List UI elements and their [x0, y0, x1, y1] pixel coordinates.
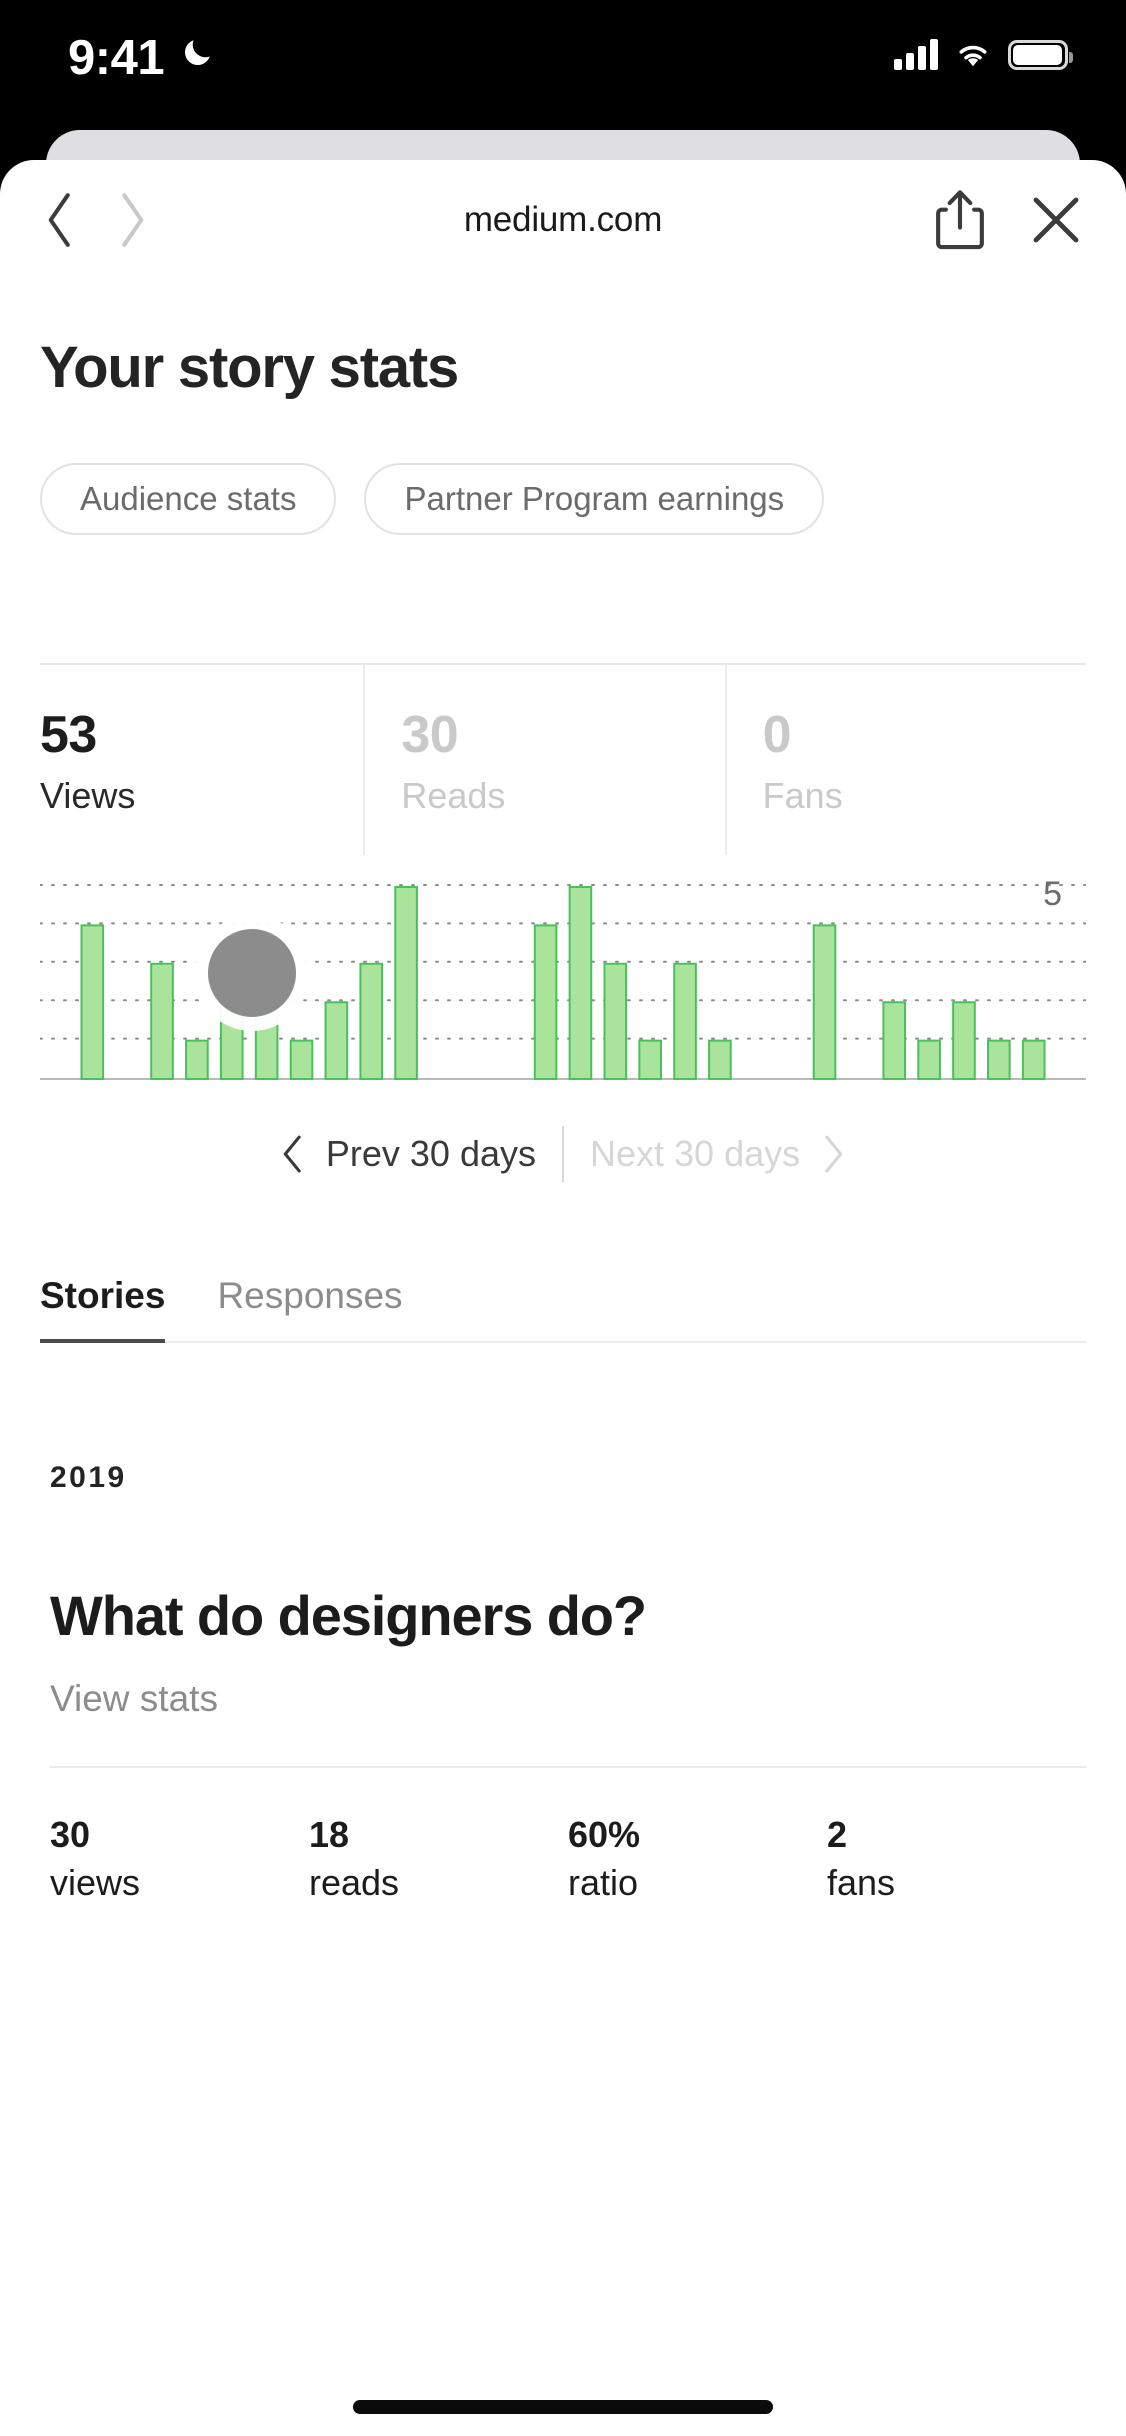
chart-bar[interactable]: [326, 1002, 348, 1079]
prev-30-days-button[interactable]: Prev 30 days: [254, 1133, 562, 1175]
story-year-heading: 2019: [50, 1461, 127, 1494]
story-stat-fans: 2 fans: [827, 1812, 1086, 1908]
chart-bar[interactable]: [291, 1041, 313, 1079]
summary-views-label: Views: [40, 775, 136, 816]
chart-bar[interactable]: [570, 887, 592, 1079]
story-stat-views: 30 views: [50, 1812, 309, 1908]
summary-reads-value: 30: [401, 706, 459, 764]
chart-bar[interactable]: [604, 964, 626, 1079]
content-tabs: Stories Responses: [40, 1275, 1086, 1343]
chart-bar[interactable]: [81, 925, 103, 1079]
chevron-right-icon: [825, 1135, 843, 1173]
chip-audience-stats[interactable]: Audience stats: [40, 463, 337, 535]
close-button[interactable]: [1010, 160, 1102, 280]
chart-bar[interactable]: [953, 1002, 975, 1079]
chart-bar[interactable]: [186, 1041, 208, 1079]
close-icon: [1033, 197, 1079, 243]
story-stat-ratio: 60% ratio: [568, 1812, 827, 1908]
views-bar-chart[interactable]: 5: [40, 875, 1086, 1081]
chart-bar[interactable]: [535, 925, 557, 1079]
chart-bar[interactable]: [256, 1002, 278, 1079]
story-reads-value: 18: [309, 1814, 350, 1855]
chevron-left-icon: [283, 1135, 301, 1173]
chart-bar[interactable]: [988, 1041, 1010, 1079]
story-divider: [50, 1766, 1086, 1768]
story-ratio-value: 60%: [568, 1814, 641, 1855]
chart-bar[interactable]: [395, 887, 417, 1079]
page-title: Your story stats: [40, 335, 459, 400]
chart-bar[interactable]: [674, 964, 696, 1079]
browser-toolbar: medium.com: [0, 160, 1126, 280]
share-icon: [936, 190, 984, 250]
story-stat-reads: 18 reads: [309, 1812, 568, 1908]
share-button[interactable]: [914, 160, 1006, 280]
chart-bar[interactable]: [151, 964, 173, 1079]
next-30-days-button[interactable]: Next 30 days: [564, 1133, 872, 1175]
chart-bar[interactable]: [639, 1041, 661, 1079]
story-stats-row: 30 views 18 reads 60% ratio 2 fans: [50, 1812, 1086, 1908]
tab-responses[interactable]: Responses: [217, 1275, 402, 1341]
chart-pagination: Prev 30 days Next 30 days: [40, 1119, 1086, 1189]
chart-bar[interactable]: [360, 964, 382, 1079]
chart-bar[interactable]: [883, 1002, 905, 1079]
chart-bar[interactable]: [918, 1041, 940, 1079]
wifi-icon: [959, 45, 987, 67]
chart-max-tick-label: 5: [1043, 875, 1062, 913]
story-views-label: views: [50, 1862, 141, 1903]
story-fans-value: 2: [827, 1814, 848, 1855]
chart-bar[interactable]: [1023, 1041, 1045, 1079]
story-reads-label: reads: [309, 1862, 400, 1903]
tab-stories[interactable]: Stories: [40, 1275, 166, 1343]
summary-stat-fans[interactable]: 0 Fans: [724, 665, 1086, 855]
home-indicator: [353, 2400, 773, 2414]
story-fans-label: fans: [827, 1862, 896, 1903]
status-bar-icons: [894, 38, 1073, 70]
prev-30-days-label: Prev 30 days: [325, 1133, 536, 1174]
battery-icon: [1008, 40, 1073, 70]
chart-bar[interactable]: [221, 964, 243, 1079]
filter-chip-group: Audience stats Partner Program earnings: [40, 463, 1086, 535]
chip-partner-program-earnings[interactable]: Partner Program earnings: [364, 463, 825, 535]
status-bar-time: 9:41: [68, 31, 165, 85]
bar-chart-canvas: [40, 881, 1086, 1081]
summary-stat-views[interactable]: 53 Views: [40, 665, 363, 855]
next-30-days-label: Next 30 days: [590, 1133, 801, 1174]
summary-reads-label: Reads: [401, 775, 506, 816]
summary-stat-reads[interactable]: 30 Reads: [363, 665, 724, 855]
summary-stats-row: 53 Views 30 Reads 0 Fans: [40, 665, 1086, 855]
in-app-browser-sheet: medium.com Your story stats Audience sta…: [0, 160, 1126, 2436]
summary-views-value: 53: [40, 706, 97, 764]
story-ratio-label: ratio: [568, 1862, 639, 1903]
summary-fans-value: 0: [762, 706, 792, 764]
page-content: Your story stats Audience stats Partner …: [0, 334, 1126, 1908]
phone-screen: 9:41 medium.com Your story stats Audienc…: [0, 0, 1126, 2436]
chart-bar[interactable]: [814, 925, 836, 1079]
cellular-signal-icon: [894, 38, 938, 70]
story-list-item: What do designers do? View stats 30 view…: [40, 1583, 1086, 1908]
status-bar: 9:41: [0, 0, 1126, 130]
chart-bar[interactable]: [709, 1041, 731, 1079]
view-stats-link[interactable]: View stats: [50, 1678, 1086, 1720]
story-title[interactable]: What do designers do?: [50, 1583, 1086, 1648]
summary-fans-label: Fans: [762, 775, 843, 816]
moon-icon: [184, 40, 210, 66]
story-views-value: 30: [50, 1814, 91, 1855]
